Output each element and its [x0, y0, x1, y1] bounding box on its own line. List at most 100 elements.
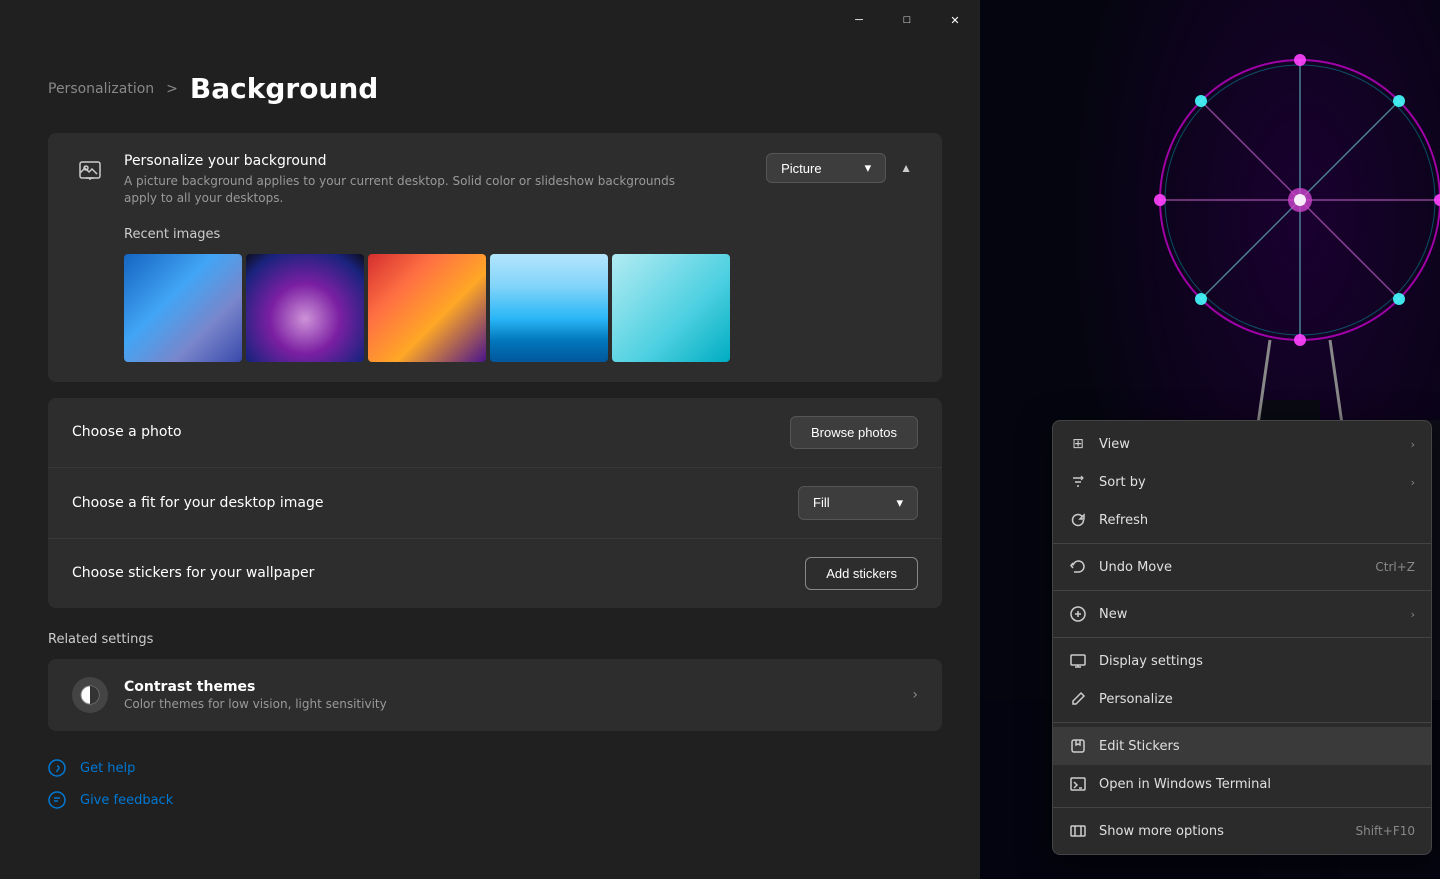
give-feedback-icon — [48, 791, 68, 811]
breadcrumb-parent[interactable]: Personalization — [48, 81, 154, 97]
menu-item-edit-stickers-left: Edit Stickers — [1069, 737, 1180, 755]
title-bar: ─ □ ✕ — [0, 0, 990, 40]
dropdown-arrow-icon: ▾ — [865, 160, 872, 176]
get-help-link[interactable]: Get help — [48, 759, 942, 779]
recent-image-1[interactable] — [124, 254, 242, 362]
add-stickers-button[interactable]: Add stickers — [805, 557, 918, 590]
card-text: Personalize your background A picture ba… — [124, 153, 704, 207]
menu-item-new-left: New — [1069, 605, 1127, 623]
menu-item-more-options-left: Show more options — [1069, 822, 1224, 840]
breadcrumb-separator: > — [166, 81, 178, 97]
divider-2 — [1053, 590, 1431, 591]
more-options-shortcut: Shift+F10 — [1355, 824, 1415, 838]
refresh-icon — [1069, 511, 1087, 529]
sort-arrow-icon: › — [1411, 476, 1415, 489]
menu-item-refresh-left: Refresh — [1069, 511, 1148, 529]
dropdown-value: Picture — [781, 161, 821, 176]
menu-item-new[interactable]: New › — [1053, 595, 1431, 633]
give-feedback-link[interactable]: Give feedback — [48, 791, 942, 811]
fit-value: Fill — [813, 495, 830, 510]
choose-photo-card: Choose a photo Browse photos Choose a fi… — [48, 398, 942, 608]
choose-fit-label: Choose a fit for your desktop image — [72, 495, 323, 511]
browse-photos-button[interactable]: Browse photos — [790, 416, 918, 449]
fit-dropdown[interactable]: Fill ▾ — [798, 486, 918, 520]
contrast-chevron-icon: › — [912, 687, 918, 703]
recent-image-5[interactable] — [612, 254, 730, 362]
terminal-icon — [1069, 775, 1087, 793]
get-help-text[interactable]: Get help — [80, 761, 135, 776]
more-options-label: Show more options — [1099, 824, 1224, 839]
contrast-description: Color themes for low vision, light sensi… — [124, 697, 387, 711]
more-options-icon — [1069, 822, 1087, 840]
personalize-label: Personalize — [1099, 692, 1173, 707]
menu-item-personalize-left: Personalize — [1069, 690, 1173, 708]
menu-item-terminal[interactable]: Open in Windows Terminal — [1053, 765, 1431, 803]
menu-item-undo[interactable]: Undo Move Ctrl+Z — [1053, 548, 1431, 586]
menu-item-terminal-left: Open in Windows Terminal — [1069, 775, 1271, 793]
menu-item-edit-stickers[interactable]: Edit Stickers — [1053, 727, 1431, 765]
settings-window: ─ □ ✕ Personalization > Background — [0, 0, 990, 879]
choose-stickers-row: Choose stickers for your wallpaper Add s… — [48, 538, 942, 608]
undo-icon — [1069, 558, 1087, 576]
close-button[interactable]: ✕ — [932, 4, 978, 36]
divider-1 — [1053, 543, 1431, 544]
divider-4 — [1053, 722, 1431, 723]
fit-arrow-icon: ▾ — [896, 495, 903, 511]
personalize-bg-card: Personalize your background A picture ba… — [48, 133, 942, 382]
background-type-dropdown[interactable]: Picture ▾ — [766, 153, 886, 183]
display-icon — [1069, 652, 1087, 670]
terminal-label: Open in Windows Terminal — [1099, 777, 1271, 792]
new-label: New — [1099, 607, 1127, 622]
new-icon — [1069, 605, 1087, 623]
menu-item-display-left: Display settings — [1069, 652, 1203, 670]
recent-images-label: Recent images — [124, 227, 918, 242]
choose-photo-row: Choose a photo Browse photos — [48, 398, 942, 467]
menu-item-sort[interactable]: Sort by › — [1053, 463, 1431, 501]
give-feedback-text[interactable]: Give feedback — [80, 793, 173, 808]
contrast-themes-row[interactable]: Contrast themes Color themes for low vis… — [48, 659, 942, 731]
contrast-icon — [72, 677, 108, 713]
menu-item-sort-left: Sort by — [1069, 473, 1146, 491]
menu-item-undo-left: Undo Move — [1069, 558, 1172, 576]
recent-image-2[interactable] — [246, 254, 364, 362]
minimize-button[interactable]: ─ — [836, 4, 882, 36]
collapse-button[interactable]: ▲ — [894, 155, 918, 181]
get-help-icon — [48, 759, 68, 779]
edit-stickers-label: Edit Stickers — [1099, 739, 1180, 754]
card-header-left: Personalize your background A picture ba… — [72, 153, 704, 207]
menu-item-more-options[interactable]: Show more options Shift+F10 — [1053, 812, 1431, 850]
divider-5 — [1053, 807, 1431, 808]
recent-image-3[interactable] — [368, 254, 486, 362]
choose-stickers-label: Choose stickers for your wallpaper — [72, 565, 314, 581]
card-title: Personalize your background — [124, 153, 704, 169]
menu-item-personalize[interactable]: Personalize — [1053, 680, 1431, 718]
personalize-icon — [1069, 690, 1087, 708]
card-header-right: Picture ▾ ▲ — [766, 153, 918, 183]
edit-stickers-icon — [1069, 737, 1087, 755]
view-label: View — [1099, 437, 1130, 452]
recent-images-section: Recent images — [48, 227, 942, 382]
breadcrumb-current: Background — [190, 72, 378, 105]
maximize-button[interactable]: □ — [884, 4, 930, 36]
recent-image-4[interactable] — [490, 254, 608, 362]
images-grid — [124, 254, 918, 362]
menu-item-display[interactable]: Display settings — [1053, 642, 1431, 680]
menu-item-refresh[interactable]: Refresh — [1053, 501, 1431, 539]
divider-3 — [1053, 637, 1431, 638]
main-content: Personalization > Background — [0, 40, 990, 879]
sort-icon — [1069, 473, 1087, 491]
choose-photo-label: Choose a photo — [72, 424, 182, 440]
new-arrow-icon: › — [1411, 608, 1415, 621]
breadcrumb: Personalization > Background — [48, 72, 942, 105]
related-settings-title: Related settings — [48, 632, 942, 647]
menu-item-view-left: ⊞ View — [1069, 435, 1130, 453]
choose-fit-row: Choose a fit for your desktop image Fill… — [48, 467, 942, 538]
menu-item-view[interactable]: ⊞ View › — [1053, 425, 1431, 463]
background-icon — [72, 153, 108, 189]
view-arrow-icon: › — [1411, 438, 1415, 451]
context-menu: ⊞ View › Sort by › Refresh — [1052, 420, 1432, 855]
title-bar-controls: ─ □ ✕ — [836, 4, 978, 36]
undo-shortcut: Ctrl+Z — [1375, 560, 1415, 574]
undo-label: Undo Move — [1099, 560, 1172, 575]
contrast-themes-card: Contrast themes Color themes for low vis… — [48, 659, 942, 731]
